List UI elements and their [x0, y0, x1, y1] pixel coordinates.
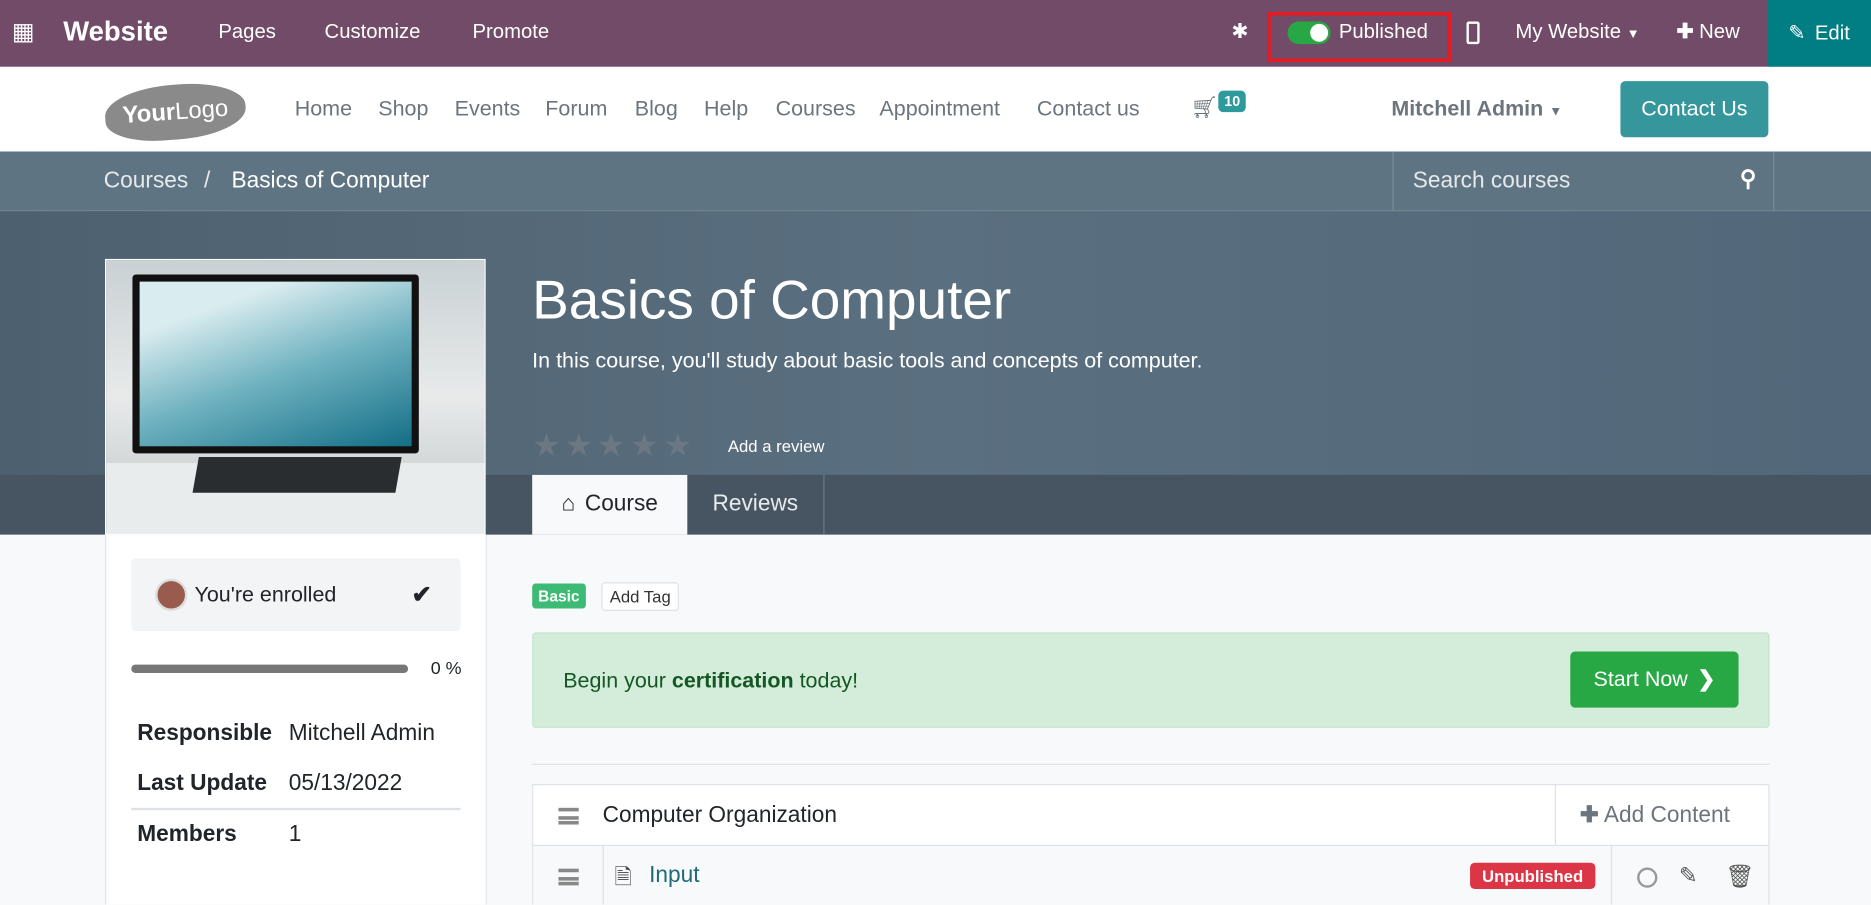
section-title[interactable]: Computer Organization	[603, 803, 837, 829]
apps-icon[interactable]: ▦	[12, 17, 35, 47]
pdf-file-icon: 🗎︎	[614, 865, 632, 889]
nav-home[interactable]: Home	[295, 97, 352, 122]
certification-text: Begin your certification today!	[563, 668, 859, 693]
menu-pages[interactable]: Pages	[218, 20, 276, 44]
my-website-dropdown[interactable]: My Website ▼	[1515, 20, 1639, 44]
cart-icon[interactable]: 🛒︎	[1191, 95, 1218, 120]
home-icon: ⌂	[561, 491, 576, 517]
caret-down-icon: ▼	[1626, 27, 1640, 42]
divider	[532, 763, 1770, 765]
plus-icon: ✚	[1579, 803, 1599, 829]
pencil-icon: ✎	[1788, 21, 1806, 45]
responsible-label: Responsible	[137, 720, 273, 746]
tab-course-label: Course	[584, 491, 658, 517]
nav-contact-us[interactable]: Contact us	[1037, 97, 1140, 122]
drag-handle-icon[interactable]	[558, 868, 579, 886]
edit-label: Edit	[1814, 21, 1850, 45]
circle-icon[interactable]	[1637, 867, 1658, 888]
section-row: Computer Organization ✚ Add Content	[532, 783, 1770, 847]
drag-handle-icon[interactable]	[558, 807, 579, 825]
star-icon[interactable]: ★	[532, 427, 561, 464]
nav-help[interactable]: Help	[704, 97, 748, 122]
plus-icon: ✚	[1676, 20, 1694, 43]
last-update-value: 05/13/2022	[288, 770, 403, 796]
course-description: In this course, you'll study about basic…	[532, 348, 1203, 373]
my-website-label: My Website	[1515, 20, 1622, 43]
nav-shop[interactable]: Shop	[378, 97, 428, 122]
cart-count-badge: 10	[1218, 90, 1247, 113]
add-tag-button[interactable]: Add Tag	[601, 582, 680, 611]
menu-customize[interactable]: Customize	[325, 20, 421, 44]
search-icon[interactable]: ⚲	[1740, 166, 1757, 193]
members-value: 1	[288, 822, 302, 848]
nav-forum[interactable]: Forum	[545, 97, 607, 122]
breadcrumb-separator: /	[204, 168, 211, 194]
nav-blog[interactable]: Blog	[635, 97, 678, 122]
search-courses-input[interactable]: Search courses ⚲	[1392, 151, 1775, 212]
tag-basic[interactable]: Basic	[532, 583, 586, 609]
bug-icon[interactable]: ✱	[1231, 20, 1248, 44]
responsible-value: Mitchell Admin	[288, 720, 435, 746]
nav-appointment[interactable]: Appointment	[879, 97, 1000, 122]
mobile-preview-icon[interactable]	[1466, 21, 1480, 45]
star-icon[interactable]: ★	[663, 427, 692, 464]
menu-promote[interactable]: Promote	[473, 20, 550, 44]
add-content-label: Add Content	[1603, 803, 1730, 829]
members-label: Members	[137, 822, 237, 848]
contact-us-button[interactable]: Contact Us	[1620, 81, 1769, 138]
breadcrumb-courses[interactable]: Courses	[104, 168, 188, 194]
avatar	[155, 578, 188, 611]
user-name: Mitchell Admin	[1391, 96, 1544, 121]
check-icon: ✔	[411, 582, 432, 609]
start-now-button[interactable]: Start Now ❯	[1570, 651, 1739, 708]
new-button[interactable]: ✚ New	[1677, 20, 1740, 44]
nav-courses[interactable]: Courses	[776, 97, 856, 122]
breadcrumb-current: Basics of Computer	[231, 168, 430, 194]
pencil-icon[interactable]: ✎	[1679, 863, 1698, 890]
progress-bar	[131, 664, 409, 673]
published-label[interactable]: Published	[1339, 20, 1428, 44]
nav-events[interactable]: Events	[455, 97, 521, 122]
star-icon[interactable]: ★	[564, 427, 593, 464]
unpublished-badge[interactable]: Unpublished	[1470, 862, 1596, 889]
published-toggle[interactable]	[1287, 21, 1331, 45]
tab-course[interactable]: ⌂ Course	[532, 474, 688, 535]
user-menu[interactable]: Mitchell Admin ▼	[1391, 97, 1562, 122]
new-label: New	[1699, 20, 1740, 43]
top-bar: ▦ Website Pages Customize Promote ✱ Publ…	[0, 0, 1871, 67]
trash-icon[interactable]: 🗑︎	[1725, 863, 1754, 892]
content-title-link[interactable]: Input	[649, 863, 699, 889]
website-nav: Home Shop Events Forum Blog Help Courses…	[0, 66, 1871, 152]
caret-down-icon: ▼	[1549, 105, 1563, 120]
divider	[131, 807, 461, 811]
enrolled-label: You're enrolled	[194, 582, 337, 607]
star-icon[interactable]: ★	[597, 427, 626, 464]
add-review-link[interactable]: Add a review	[728, 437, 825, 456]
edit-button[interactable]: ✎ Edit	[1767, 0, 1871, 67]
content-item: 🗎︎ Input Unpublished ✎ 🗑︎	[532, 846, 1770, 905]
app-title[interactable]: Website	[63, 16, 168, 48]
chevron-right-icon: ❯	[1697, 667, 1716, 691]
start-now-label: Start Now	[1593, 667, 1688, 691]
progress-label: 0 %	[430, 658, 462, 679]
tab-reviews[interactable]: Reviews	[687, 474, 825, 535]
last-update-label: Last Update	[137, 770, 267, 796]
progress-fill	[131, 664, 409, 673]
search-placeholder: Search courses	[1412, 168, 1571, 194]
add-content-button[interactable]: ✚ Add Content	[1554, 785, 1770, 845]
course-title: Basics of Computer	[532, 268, 1012, 331]
enrolled-box: You're enrolled ✔	[131, 558, 461, 632]
star-icon[interactable]: ★	[630, 427, 659, 464]
course-image	[105, 258, 486, 535]
